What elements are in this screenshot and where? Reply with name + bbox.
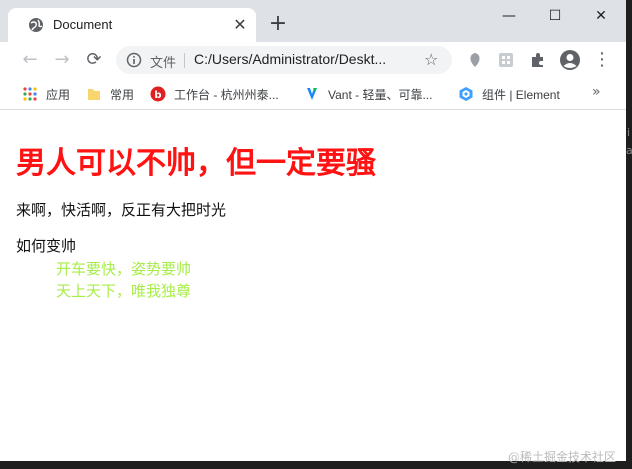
puzzle-icon[interactable] [529, 51, 547, 69]
list-item: 开车要快，姿势要帅 [56, 260, 192, 278]
maximize-icon[interactable]: ☐ [543, 4, 567, 28]
tab-strip: Document ✕ + — ☐ ✕ [0, 0, 626, 42]
bookmarks-overflow-icon[interactable]: » [592, 84, 601, 100]
paragraph-1: 来啊，快活啊，反正有大把时光 [16, 201, 227, 219]
back-icon[interactable]: ← [18, 48, 42, 72]
profile-avatar-icon[interactable] [559, 49, 581, 71]
bookmark-vant[interactable]: Vant - 轻量、可靠... [304, 85, 432, 103]
bookmark-folder-common[interactable]: 常用 [86, 85, 134, 103]
page-heading: 男人可以不帅，但一定要骚 [16, 146, 376, 181]
bookmarks-bar: 应用 常用 b 工作台 - 杭州州泰... Vant - 轻量、可靠... 组件… [0, 78, 626, 110]
minimize-icon[interactable]: — [497, 4, 521, 28]
list-item: 天上天下，唯我独尊 [56, 282, 192, 300]
element-icon [459, 87, 473, 101]
edge-text: i [627, 126, 631, 139]
address-separator [184, 53, 185, 68]
bookmark-label: 应用 [46, 87, 71, 102]
toolbar: ← → ⟳ 文件 C:/Users/Administrator/Deskt...… [0, 42, 626, 78]
bookmark-label: 工作台 - 杭州州泰... [174, 87, 279, 102]
new-tab-button[interactable]: + [266, 12, 290, 36]
svg-text:b: b [154, 90, 161, 101]
paragraph-2: 如何变帅 [16, 237, 77, 255]
address-bar[interactable]: 文件 C:/Users/Administrator/Deskt... ☆ [116, 46, 452, 74]
extension-leaf-icon[interactable] [466, 51, 484, 69]
info-icon[interactable] [126, 52, 142, 68]
edge-text: af [626, 144, 632, 157]
tab-title: Document [53, 17, 113, 32]
bookmark-star-icon[interactable]: ☆ [424, 50, 438, 69]
page-content: 男人可以不帅，但一定要骚 来啊，快活啊，反正有大把时光 如何变帅 开车要快，姿势… [0, 111, 626, 461]
background-editor-edge: i af [626, 0, 632, 469]
apps-grid-icon [23, 87, 37, 101]
bookmark-element[interactable]: 组件 | Element [458, 85, 560, 103]
extension-grid-icon[interactable] [497, 51, 515, 69]
close-tab-icon[interactable]: ✕ [230, 15, 250, 35]
site-red-icon: b [150, 86, 166, 102]
close-window-icon[interactable]: ✕ [589, 4, 613, 28]
bookmark-label: 常用 [110, 87, 135, 102]
scheme-label: 文件 [150, 56, 177, 71]
watermark: @稀土掘金技术社区 [508, 450, 617, 464]
bookmark-apps[interactable]: 应用 [22, 85, 70, 103]
url-text[interactable]: C:/Users/Administrator/Deskt... [194, 51, 386, 67]
bookmark-label: Vant - 轻量、可靠... [328, 87, 433, 102]
bookmark-label: 组件 | Element [482, 87, 560, 102]
globe-icon [29, 18, 43, 32]
vant-icon [307, 88, 317, 100]
folder-icon [88, 89, 100, 100]
tab-document[interactable]: Document ✕ [8, 8, 256, 42]
forward-icon[interactable]: → [50, 48, 74, 72]
browser-window: Document ✕ + — ☐ ✕ ← → ⟳ 文件 C:/Users/Adm… [0, 0, 626, 461]
bookmark-workbench[interactable]: b 工作台 - 杭州州泰... [150, 85, 279, 103]
menu-icon[interactable]: ⋮ [590, 48, 614, 72]
reload-icon[interactable]: ⟳ [82, 48, 106, 72]
